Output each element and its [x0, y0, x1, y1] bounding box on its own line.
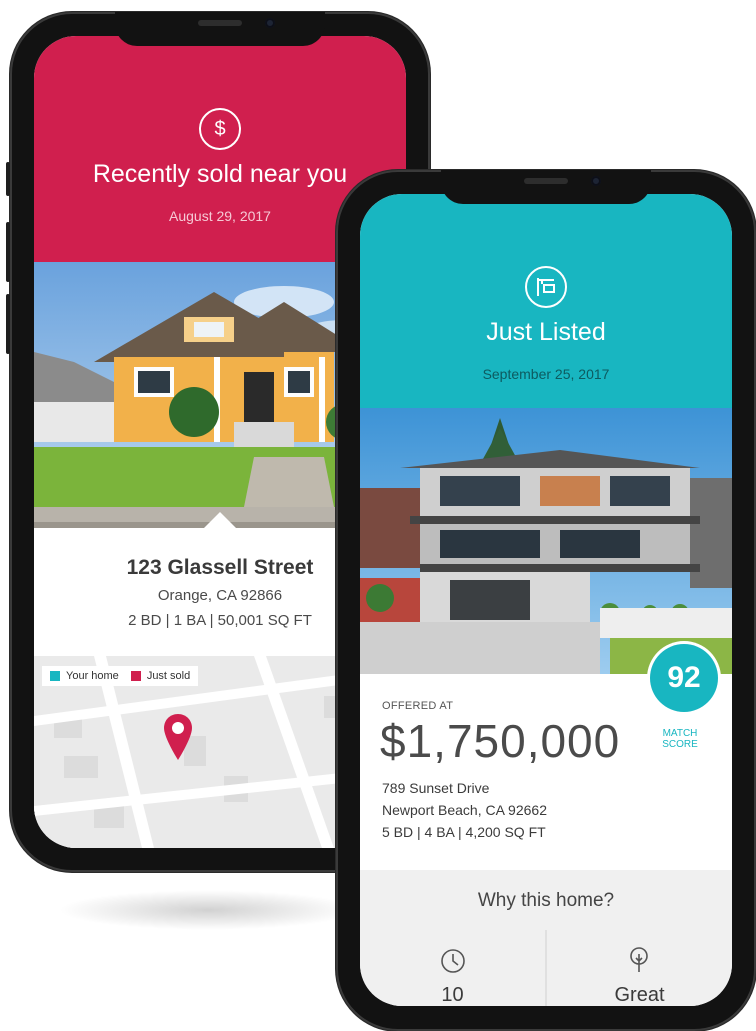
match-label-line1: MATCH	[662, 728, 698, 739]
speaker	[524, 178, 568, 184]
map-pin-icon[interactable]	[164, 714, 192, 760]
tree-icon	[630, 947, 648, 972]
card-pointer	[202, 512, 238, 530]
match-score-label: MATCH SCORE	[650, 728, 710, 750]
listing-specs: 5 BD | 4 BA | 4,200 SQ FT	[382, 824, 546, 840]
map-legend: Your home Just sold	[42, 666, 199, 686]
front-camera	[265, 18, 275, 28]
volume-up-button	[6, 222, 10, 282]
screen-just-listed: Just Listed September 25, 2017 92 MATCH …	[360, 194, 732, 1006]
phone-just-listed: Just Listed September 25, 2017 92 MATCH …	[336, 170, 756, 1031]
listing-card[interactable]: 92 MATCH SCORE OFFERED AT $1,750,000 789…	[360, 644, 732, 870]
reasons-row: 10 Great	[360, 930, 732, 1006]
phone-notch	[115, 12, 325, 46]
volume-down-button	[6, 294, 10, 354]
dollar-circle-icon: $	[199, 108, 241, 150]
why-this-home-title: Why this home?	[477, 890, 615, 911]
listing-price: $1,750,000	[380, 715, 621, 767]
phone-shadow	[58, 890, 358, 930]
why-this-home-section[interactable]: Why this home?	[360, 870, 732, 930]
reason-outdoors[interactable]: Great	[547, 930, 732, 1006]
for-sale-sign-icon	[525, 266, 567, 308]
legend-just-sold: Just sold	[146, 670, 191, 682]
phone-notch	[441, 170, 651, 204]
listing-city: Newport Beach, CA 92662	[382, 802, 547, 818]
your-home-swatch	[50, 671, 60, 681]
listed-house-photo	[360, 408, 732, 674]
recently-sold-title: Recently sold near you	[92, 160, 348, 188]
match-label-line2: SCORE	[662, 739, 698, 750]
clock-icon	[441, 949, 465, 973]
just-listed-title: Just Listed	[486, 318, 606, 346]
offered-at-label: OFFERED AT	[382, 700, 454, 712]
match-score-badge: 92	[650, 644, 718, 712]
mute-switch	[6, 162, 10, 196]
legend-your-home: Your home	[66, 670, 119, 682]
reason-commute-value: 10	[441, 984, 464, 1006]
listing-address: 789 Sunset Drive	[382, 780, 490, 796]
just-listed-header: Just Listed September 25, 2017	[360, 194, 732, 408]
just-sold-swatch	[130, 671, 141, 681]
just-listed-date: September 25, 2017	[482, 366, 610, 382]
front-camera	[591, 176, 601, 186]
reason-commute[interactable]: 10	[360, 930, 545, 1006]
speaker	[198, 20, 242, 26]
reason-outdoors-value: Great	[614, 984, 665, 1006]
